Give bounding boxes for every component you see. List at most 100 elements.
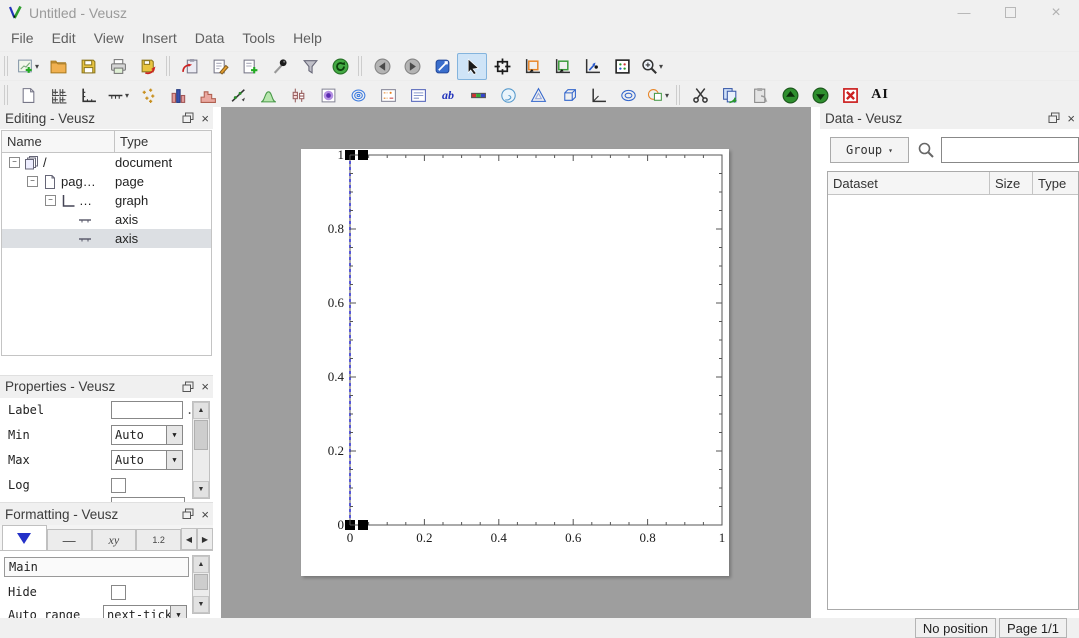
- zoom-full-page-button[interactable]: [607, 53, 637, 80]
- select-click-items-button[interactable]: [457, 53, 487, 80]
- float-panel-icon[interactable]: [182, 112, 194, 124]
- create-datasets-button[interactable]: [235, 53, 265, 80]
- tree-row-document[interactable]: − / document: [2, 153, 211, 172]
- column-size[interactable]: Size: [990, 172, 1033, 194]
- log-checkbox[interactable]: [111, 478, 126, 493]
- select-items-scroll-button[interactable]: [427, 53, 457, 80]
- open-document-button[interactable]: [43, 53, 73, 80]
- add-function-button[interactable]: [253, 82, 283, 109]
- add-ellipse-button[interactable]: [613, 82, 643, 109]
- dock-splitter-right[interactable]: [811, 107, 820, 618]
- add-label-button[interactable]: ab: [433, 82, 463, 109]
- tree-row-graph[interactable]: − … graph: [2, 191, 211, 210]
- column-dataset[interactable]: Dataset: [828, 172, 990, 194]
- add-grid-button[interactable]: [43, 82, 73, 109]
- toolbar-handle[interactable]: [358, 56, 362, 76]
- tab-line[interactable]: —: [47, 529, 92, 550]
- column-type[interactable]: Type: [1033, 172, 1078, 194]
- edit-datasets-button[interactable]: [205, 53, 235, 80]
- tab-main[interactable]: [2, 525, 47, 550]
- tab-axis-label[interactable]: xy: [92, 529, 137, 550]
- combo-arrow-icon[interactable]: ▼: [166, 451, 182, 469]
- add-covariance-button[interactable]: [403, 82, 433, 109]
- max-combo[interactable]: Auto▼: [111, 450, 183, 470]
- scrollbar-thumb[interactable]: [194, 420, 208, 450]
- add-bar-chart-button[interactable]: [163, 82, 193, 109]
- tree-row-page[interactable]: − pag… page: [2, 172, 211, 191]
- delete-widget-button[interactable]: [835, 82, 865, 109]
- dock-splitter-left[interactable]: [213, 107, 221, 618]
- column-name[interactable]: Name: [2, 131, 115, 152]
- menu-insert[interactable]: Insert: [133, 28, 186, 48]
- recenter-graph-button[interactable]: [577, 53, 607, 80]
- add-page-button[interactable]: [13, 82, 43, 109]
- tab-scroll-right-icon[interactable]: ▶: [197, 528, 213, 550]
- menu-tools[interactable]: Tools: [233, 28, 284, 48]
- zoom-menu-button[interactable]: ▾: [637, 53, 667, 80]
- add-polar-button[interactable]: [493, 82, 523, 109]
- add-3d-scene-button[interactable]: [553, 82, 583, 109]
- minimize-button[interactable]: —: [941, 0, 987, 25]
- toolbar-handle[interactable]: [676, 85, 680, 105]
- capture-remote-data-button[interactable]: [265, 53, 295, 80]
- axis-handle-bottom-right[interactable]: [358, 520, 368, 530]
- print-document-button[interactable]: [103, 53, 133, 80]
- add-histogram-button[interactable]: [193, 82, 223, 109]
- add-contour-button[interactable]: [343, 82, 373, 109]
- paste-widget-button[interactable]: [745, 82, 775, 109]
- rename-widget-button[interactable]: AI: [865, 82, 895, 109]
- tree-row-axis-y[interactable]: axis: [2, 229, 211, 248]
- close-panel-icon[interactable]: ×: [201, 380, 209, 393]
- toolbar-handle[interactable]: [4, 56, 8, 76]
- group-button[interactable]: Group ▾: [830, 137, 909, 163]
- min-combo[interactable]: Auto▼: [111, 425, 183, 445]
- add-shape-button[interactable]: ▾: [643, 82, 673, 109]
- column-type[interactable]: Type: [115, 131, 211, 152]
- add-axis-button[interactable]: ▾: [103, 82, 133, 109]
- formatting-scrollbar[interactable]: ▲ ▼: [192, 555, 210, 614]
- add-ternary-button[interactable]: [523, 82, 553, 109]
- scroll-down-icon[interactable]: ▼: [193, 596, 209, 613]
- close-panel-icon[interactable]: ×: [201, 112, 209, 125]
- scroll-up-icon[interactable]: ▲: [193, 556, 209, 573]
- new-graph-document-button[interactable]: ▾: [13, 53, 43, 80]
- close-panel-icon[interactable]: ×: [201, 508, 209, 521]
- move-previous-page-button[interactable]: [367, 53, 397, 80]
- filter-data-button[interactable]: [295, 53, 325, 80]
- add-fit-button[interactable]: [223, 82, 253, 109]
- move-next-page-button[interactable]: [397, 53, 427, 80]
- add-graph-button[interactable]: [73, 82, 103, 109]
- expander-icon[interactable]: −: [45, 195, 56, 206]
- hide-checkbox[interactable]: [111, 585, 126, 600]
- label-input[interactable]: [111, 401, 183, 419]
- axis-handle-top-right[interactable]: [358, 150, 368, 160]
- menu-file[interactable]: File: [2, 28, 43, 48]
- menu-view[interactable]: View: [85, 28, 133, 48]
- copy-widget-button[interactable]: [715, 82, 745, 109]
- add-colorbar-button[interactable]: [463, 82, 493, 109]
- plot-canvas[interactable]: 00.20.40.60.8100.20.40.60.81: [221, 107, 811, 618]
- cut-widget-button[interactable]: [685, 82, 715, 109]
- plot-page[interactable]: 00.20.40.60.8100.20.40.60.81: [301, 149, 729, 576]
- tab-scroll-left-icon[interactable]: ◀: [181, 528, 197, 550]
- scroll-down-icon[interactable]: ▼: [193, 481, 209, 498]
- expander-icon[interactable]: −: [9, 157, 20, 168]
- move-down-widget-button[interactable]: [805, 82, 835, 109]
- add-key-button[interactable]: [373, 82, 403, 109]
- combo-arrow-icon[interactable]: ▼: [166, 426, 182, 444]
- reload-linked-data-button[interactable]: [325, 53, 355, 80]
- expander-icon[interactable]: −: [27, 176, 38, 187]
- toolbar-handle[interactable]: [4, 85, 8, 105]
- close-panel-icon[interactable]: ×: [1067, 112, 1075, 125]
- float-panel-icon[interactable]: [182, 508, 194, 520]
- properties-scrollbar[interactable]: ▲ ▼: [192, 401, 210, 499]
- toolbar-handle[interactable]: [166, 56, 170, 76]
- menu-data[interactable]: Data: [186, 28, 234, 48]
- add-image-button[interactable]: [313, 82, 343, 109]
- close-button[interactable]: ×: [1033, 0, 1079, 25]
- move-up-widget-button[interactable]: [775, 82, 805, 109]
- dataset-search-input[interactable]: [941, 137, 1079, 163]
- save-document-button[interactable]: [73, 53, 103, 80]
- tab-tick-labels[interactable]: 1.2: [136, 529, 181, 550]
- zoom-into-graph-button[interactable]: [517, 53, 547, 80]
